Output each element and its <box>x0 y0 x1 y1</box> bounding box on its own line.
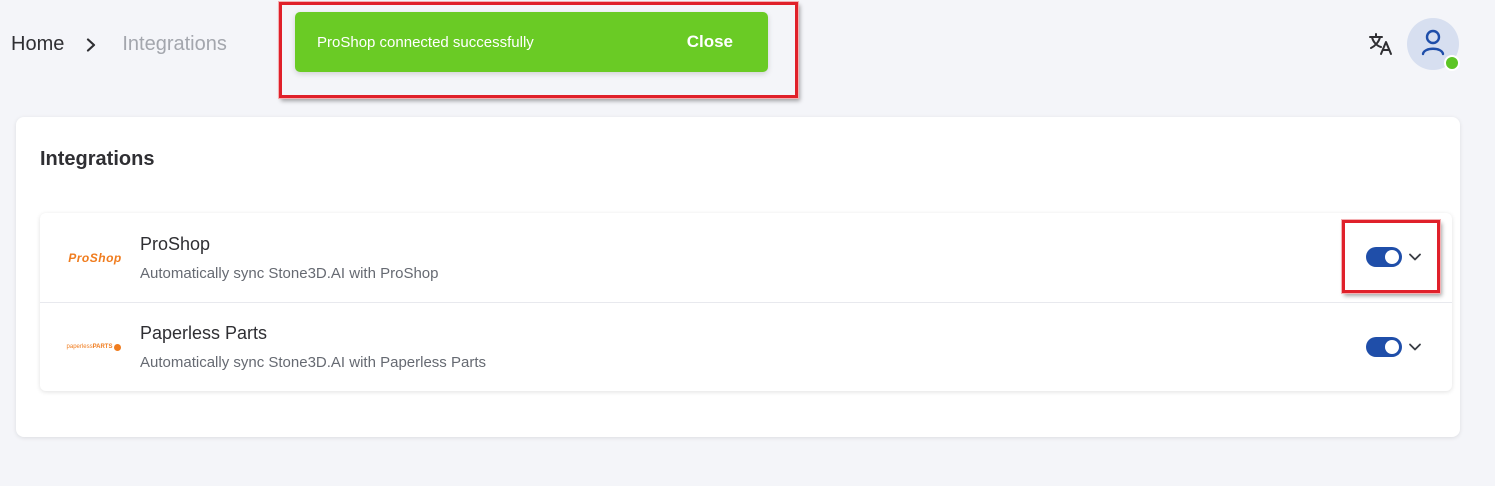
integration-controls <box>1366 337 1422 357</box>
integration-row-paperless-parts[interactable]: paperless PARTS Paperless Parts Automatic… <box>40 302 1452 391</box>
paperless-logo-text: paperless <box>66 344 93 350</box>
integration-row-proshop[interactable]: ProShop ProShop Automatically sync Stone… <box>40 213 1452 302</box>
translate-button[interactable] <box>1366 31 1396 61</box>
user-icon <box>1420 28 1446 61</box>
chevron-down-icon[interactable] <box>1408 342 1422 352</box>
integrations-list: ProShop ProShop Automatically sync Stone… <box>40 213 1452 391</box>
integrations-card: Integrations ProShop ProShop Automatical… <box>16 117 1460 437</box>
chevron-right-icon <box>86 37 96 52</box>
proshop-logo: ProShop <box>40 251 140 265</box>
translate-icon <box>1368 32 1394 61</box>
snackbar-highlight-box <box>279 2 798 98</box>
paperless-parts-logo: paperless PARTS <box>40 343 140 351</box>
breadcrumb-current: Integrations <box>122 33 227 55</box>
online-status-dot <box>1444 55 1460 71</box>
breadcrumb-home-link[interactable]: Home <box>11 33 64 56</box>
parts-logo-text: PARTS <box>92 344 113 350</box>
breadcrumb: Home Integrations <box>11 33 227 56</box>
toggle-knob <box>1385 340 1399 354</box>
integration-description: Automatically sync Stone3D.AI with ProSh… <box>140 264 439 282</box>
proshop-logo-text: ProShop <box>68 250 122 265</box>
integration-name: Paperless Parts <box>140 323 268 343</box>
toggle-highlight-box <box>1342 220 1440 293</box>
paperless-logo-mark <box>114 343 122 351</box>
card-title: Integrations <box>40 148 155 170</box>
integration-name: ProShop <box>140 233 211 254</box>
integration-description: Automatically sync Stone3D.AI with Paper… <box>140 354 486 371</box>
paperless-parts-enabled-toggle[interactable] <box>1366 337 1402 357</box>
